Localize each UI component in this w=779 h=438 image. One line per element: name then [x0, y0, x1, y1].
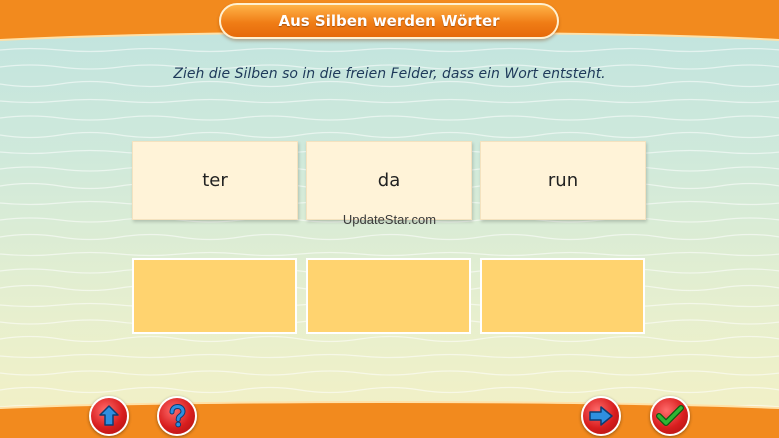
- wave-line: [0, 370, 779, 376]
- wave-line: [0, 131, 779, 139]
- wave-line: [0, 233, 779, 241]
- syllable-card[interactable]: da: [306, 141, 472, 220]
- help-button[interactable]: [157, 396, 197, 436]
- instruction-text: Zieh die Silben so in die freien Felder,…: [173, 66, 606, 82]
- title-bar: Aus Silben werden Wörter: [219, 3, 559, 39]
- wave-line: [0, 80, 779, 88]
- drop-slot[interactable]: [306, 258, 471, 334]
- syllable-card[interactable]: ter: [132, 141, 298, 220]
- up-arrow-icon: [99, 405, 119, 426]
- wave-line: [0, 386, 779, 394]
- wave-line: [0, 251, 779, 257]
- next-button[interactable]: [581, 396, 621, 436]
- drop-slot[interactable]: [132, 258, 297, 334]
- back-button[interactable]: [89, 396, 129, 436]
- check-button[interactable]: [650, 396, 690, 436]
- drop-slot[interactable]: [480, 258, 645, 334]
- right-arrow-icon: [589, 406, 613, 426]
- wave-line: [0, 335, 779, 343]
- question-mark-icon: [169, 403, 186, 428]
- wave-line: [0, 98, 779, 104]
- syllable-card[interactable]: run: [480, 141, 646, 220]
- page-title: Aus Silben werden Wörter: [278, 12, 500, 30]
- wave-line: [0, 115, 779, 121]
- wave-line: [0, 47, 779, 53]
- checkmark-icon: [656, 405, 684, 426]
- watermark: UpdateStar.com: [342, 212, 437, 227]
- wave-line: [0, 353, 779, 359]
